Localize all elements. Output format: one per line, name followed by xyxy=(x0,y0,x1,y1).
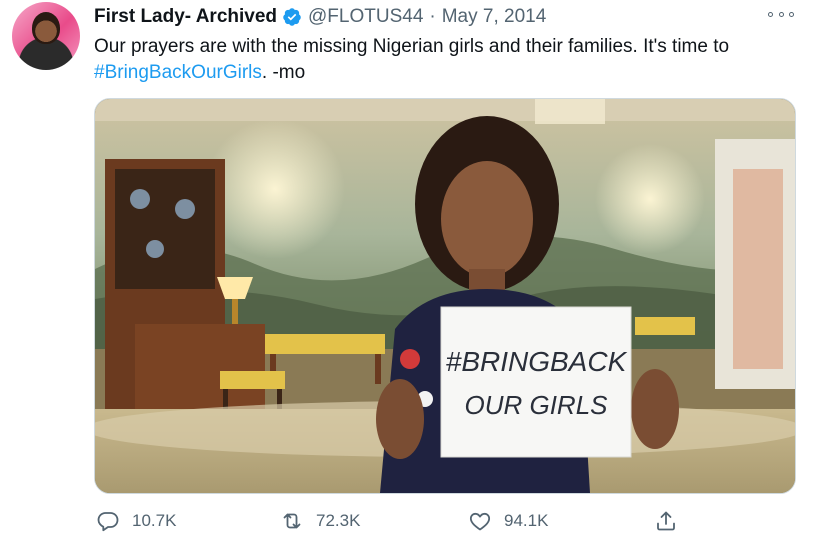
share-button[interactable] xyxy=(654,507,678,535)
like-icon xyxy=(469,512,491,531)
retweet-button[interactable]: 72.3K xyxy=(280,507,360,535)
tweet-text-part2: . -mo xyxy=(261,62,306,83)
tweet-date[interactable]: May 7, 2014 xyxy=(442,6,547,28)
like-count: 94.1K xyxy=(504,511,549,530)
share-icon xyxy=(657,511,675,531)
reply-count: 10.7K xyxy=(132,511,177,530)
sign-line1: #BRINGBACK xyxy=(446,346,628,377)
tweet-header: First Lady- Archived @FLOTUS44 · May 7, … xyxy=(94,5,546,29)
tweet-card[interactable]: First Lady- Archived @FLOTUS44 · May 7, … xyxy=(0,0,816,537)
avatar[interactable] xyxy=(12,2,80,70)
reply-button[interactable]: 10.7K xyxy=(96,507,176,535)
retweet-count: 72.3K xyxy=(316,511,361,530)
sign-line2: OUR GIRLS xyxy=(464,390,608,420)
hashtag-link[interactable]: #BringBackOurGirls xyxy=(94,62,262,83)
like-button[interactable]: 94.1K xyxy=(468,507,548,535)
reply-icon xyxy=(97,512,119,532)
tweet-photo[interactable]: #BRINGBACK OUR GIRLS xyxy=(94,98,796,494)
photo-illustration: #BRINGBACK OUR GIRLS xyxy=(95,99,795,493)
tweet-text: Our prayers are with the missing Nigeria… xyxy=(94,34,794,86)
header-separator: · xyxy=(429,6,436,27)
more-icon[interactable] xyxy=(768,8,794,20)
tweet-text-part1: Our prayers are with the missing Nigeria… xyxy=(94,36,730,57)
author-name[interactable]: First Lady- Archived xyxy=(94,6,277,28)
retweet-icon xyxy=(283,513,301,529)
verified-badge-icon xyxy=(283,8,301,26)
author-handle[interactable]: @FLOTUS44 xyxy=(308,6,423,28)
tweet-actions: 10.7K 72.3K 94.1K xyxy=(94,507,794,535)
